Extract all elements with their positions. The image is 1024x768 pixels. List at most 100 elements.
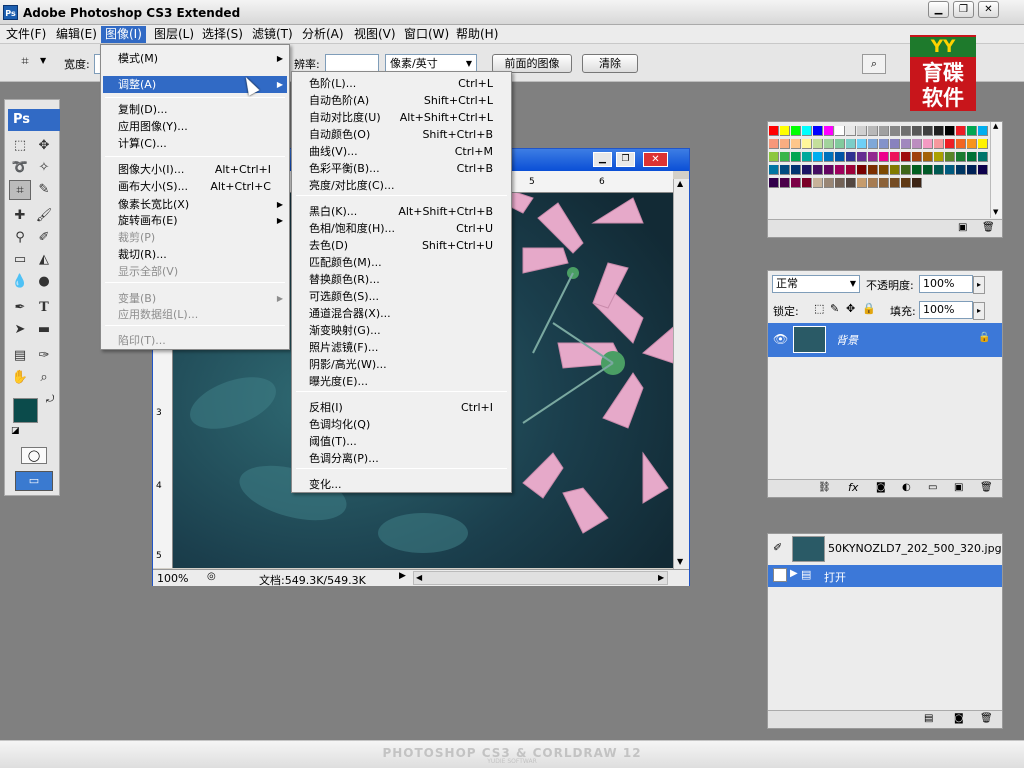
adjust-menu-item-18[interactable]: 反相(I) Ctrl+I (294, 399, 509, 416)
eyedropper-tool-icon[interactable]: ✑ (33, 346, 55, 366)
color-swatch[interactable] (846, 178, 856, 188)
color-swatch[interactable] (901, 126, 911, 136)
image-menu-item-4[interactable]: 计算(C)... (103, 135, 287, 152)
color-swatch[interactable] (967, 139, 977, 149)
color-swatch[interactable] (967, 165, 977, 175)
chevron-down-icon[interactable]: ▼ (40, 56, 46, 65)
type-tool-icon[interactable]: T (33, 298, 55, 318)
notes-tool-icon[interactable]: ▤ (9, 346, 31, 366)
snapshot-thumbnail[interactable] (792, 536, 825, 562)
eraser-tool-icon[interactable]: ▭ (9, 250, 31, 270)
screen-mode-icon[interactable]: ▭ (15, 471, 53, 491)
color-swatch[interactable] (934, 139, 944, 149)
color-swatch[interactable] (824, 139, 834, 149)
adjust-menu-item-1[interactable]: 自动色阶(A) Shift+Ctrl+L (294, 92, 509, 109)
shape-tool-icon[interactable]: ▬ (33, 320, 55, 340)
slice-tool-icon[interactable]: ✎ (33, 180, 55, 200)
adjust-menu-item-22[interactable]: 变化... (294, 476, 509, 493)
color-swatch[interactable] (890, 126, 900, 136)
color-swatch[interactable] (868, 152, 878, 162)
menu-file[interactable]: 文件(F) (2, 26, 50, 43)
color-swatch[interactable] (857, 126, 867, 136)
color-swatch[interactable] (890, 178, 900, 188)
image-menu-item-3[interactable]: 应用图像(Y)... (103, 118, 287, 135)
layer-style-icon[interactable]: fx (848, 481, 858, 494)
color-swatch[interactable] (978, 152, 988, 162)
adjust-menu-item-21[interactable]: 色调分离(P)... (294, 450, 509, 467)
color-swatch[interactable] (912, 178, 922, 188)
color-swatch[interactable] (901, 139, 911, 149)
new-group-icon[interactable]: ▭ (928, 482, 937, 493)
bridge-icon[interactable]: ⌕ (862, 54, 886, 74)
adjust-menu-item-12[interactable]: 可选颜色(S)... (294, 288, 509, 305)
status-menu-arrow-icon[interactable]: ▶ (399, 571, 406, 581)
color-swatch[interactable] (857, 178, 867, 188)
fill-slider-arrow-icon[interactable]: ▸ (973, 302, 985, 320)
menu-view[interactable]: 视图(V) (350, 26, 400, 43)
doc-close-button[interactable]: ✕ (643, 152, 668, 167)
default-colors-icon[interactable]: ◪ (11, 426, 20, 436)
color-swatch[interactable] (769, 139, 779, 149)
color-swatch[interactable] (824, 178, 834, 188)
history-brush-source-icon[interactable]: ✐ (773, 541, 782, 554)
color-swatch[interactable] (934, 126, 944, 136)
opacity-input[interactable]: 100% ▸ (919, 275, 985, 294)
image-menu-item-0[interactable]: 模式(M) ▶ (103, 50, 287, 67)
paint-bucket-tool-icon[interactable]: ◭ (33, 250, 55, 270)
color-swatch[interactable] (791, 165, 801, 175)
color-swatch[interactable] (813, 139, 823, 149)
hand-tool-icon[interactable]: ✋ (9, 368, 31, 388)
snapshot-name[interactable]: 50KYNOZLD7_202_500_320.jpg (828, 542, 1002, 555)
menu-analysis[interactable]: 分析(A) (298, 26, 348, 43)
adjust-menu-item-2[interactable]: 自动对比度(U) Alt+Shift+Ctrl+L (294, 109, 509, 126)
trash-icon[interactable]: 🗑 (980, 713, 993, 724)
color-swatch[interactable] (945, 126, 955, 136)
color-swatch[interactable] (923, 165, 933, 175)
color-swatch[interactable] (890, 165, 900, 175)
color-swatch[interactable] (879, 152, 889, 162)
color-swatch[interactable] (791, 126, 801, 136)
color-swatch[interactable] (780, 165, 790, 175)
color-swatch[interactable] (978, 139, 988, 149)
color-swatch[interactable] (835, 126, 845, 136)
scroll-right-icon[interactable]: ▶ (658, 573, 664, 582)
lasso-tool-icon[interactable]: ➰ (9, 158, 31, 178)
brush-tool-icon[interactable]: 🖌 (33, 206, 55, 226)
clear-button[interactable]: 清除 (582, 54, 638, 73)
image-menu-item-7[interactable]: 像素长宽比(X) ▶ (103, 196, 287, 213)
adjust-menu-item-5[interactable]: 色彩平衡(B)... Ctrl+B (294, 160, 509, 177)
adjust-menu-item-0[interactable]: 色阶(L)... Ctrl+L (294, 75, 509, 92)
menu-image[interactable]: 图像(I) (101, 26, 146, 43)
color-swatch[interactable] (956, 139, 966, 149)
color-swatch[interactable] (791, 152, 801, 162)
color-swatch[interactable] (912, 139, 922, 149)
close-button[interactable]: ✕ (978, 1, 999, 18)
color-swatch[interactable] (769, 126, 779, 136)
menu-layer[interactable]: 图层(L) (150, 26, 198, 43)
maximize-button[interactable]: ❐ (953, 1, 974, 18)
image-menu-item-10[interactable]: 裁切(R)... (103, 246, 287, 263)
color-swatch[interactable] (769, 165, 779, 175)
swap-colors-icon[interactable]: ⤾ (46, 394, 54, 405)
opacity-slider-arrow-icon[interactable]: ▸ (973, 276, 985, 294)
color-swatch[interactable] (846, 152, 856, 162)
menu-help[interactable]: 帮助(H) (452, 26, 502, 43)
color-swatch[interactable] (879, 139, 889, 149)
menu-edit[interactable]: 编辑(E) (52, 26, 101, 43)
color-swatch[interactable] (956, 165, 966, 175)
status-options-icon[interactable]: ◎ (207, 571, 216, 582)
menu-filter[interactable]: 滤镜(T) (248, 26, 297, 43)
color-swatch[interactable] (802, 152, 812, 162)
history-slider-icon[interactable]: ▶ (790, 568, 798, 579)
adjust-menu-item-6[interactable]: 亮度/对比度(C)... (294, 177, 509, 194)
adjust-menu-item-8[interactable]: 色相/饱和度(H)... Ctrl+U (294, 220, 509, 237)
minimize-button[interactable]: ▁ (928, 1, 949, 18)
adjust-menu-item-3[interactable]: 自动颜色(O) Shift+Ctrl+B (294, 126, 509, 143)
color-swatch[interactable] (967, 126, 977, 136)
color-swatch[interactable] (835, 139, 845, 149)
color-swatch[interactable] (956, 126, 966, 136)
crop-tool-preset-icon[interactable]: ⌗ (14, 52, 36, 72)
color-swatch[interactable] (780, 178, 790, 188)
color-swatch[interactable] (824, 126, 834, 136)
color-swatch[interactable] (945, 165, 955, 175)
